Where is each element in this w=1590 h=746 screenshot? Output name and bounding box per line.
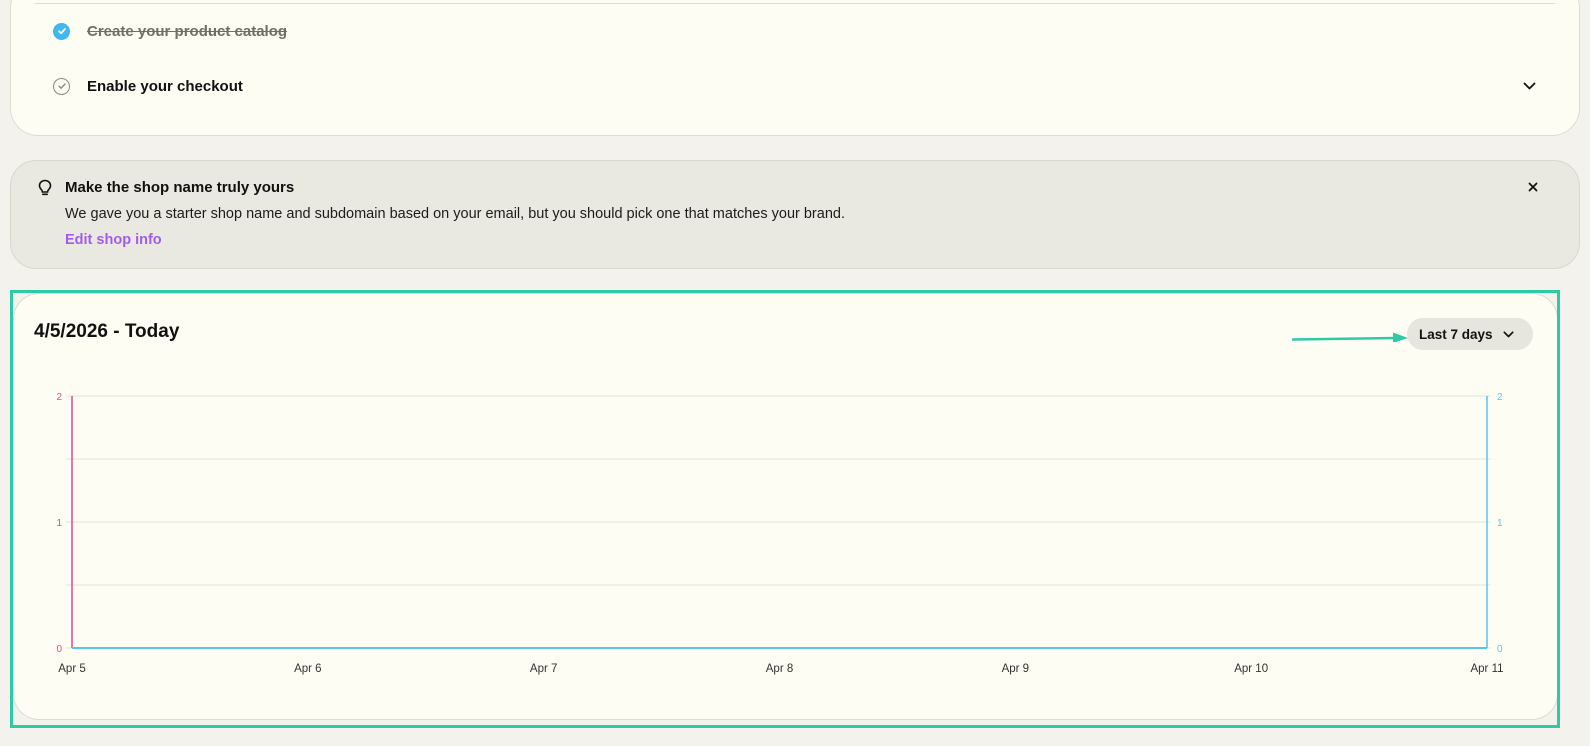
right-axis-tick-label: 0: [1497, 644, 1503, 655]
lightbulb-icon: [37, 179, 53, 197]
task-label: Create your product catalog: [87, 22, 288, 40]
shop-name-tip-banner: Make the shop name truly yours We gave y…: [10, 160, 1580, 269]
right-axis-tick-label: 2: [1497, 392, 1503, 403]
sales-chart-card: 4/5/2026 - Today Last 7 days 0 1 2 0 1 2 Apr 5…: [13, 293, 1558, 720]
divider: [35, 3, 1555, 4]
x-axis-tick-label: Apr 11: [1470, 663, 1503, 675]
task-enable-checkout[interactable]: Enable your checkout: [53, 74, 1539, 98]
x-axis-tick-label: Apr 8: [766, 663, 794, 675]
setup-checklist-card: Create your product catalog Enable your …: [10, 0, 1580, 136]
x-axis-tick-label: Apr 6: [294, 663, 322, 675]
left-axis-tick-label: 0: [56, 644, 62, 655]
x-axis-tick-label: Apr 7: [530, 663, 558, 675]
tip-description: We gave you a starter shop name and subd…: [65, 206, 845, 222]
edit-shop-info-link[interactable]: Edit shop info: [65, 232, 162, 248]
left-axis-tick-label: 2: [56, 392, 62, 403]
x-axis-tick-label: Apr 9: [1002, 663, 1030, 675]
task-label: Enable your checkout: [87, 77, 243, 95]
task-create-product-catalog[interactable]: Create your product catalog: [53, 19, 1539, 43]
check-outline-icon: [53, 77, 70, 95]
right-axis-tick-label: 1: [1497, 518, 1503, 529]
left-axis-tick-label: 1: [56, 518, 62, 529]
expand-chevron-down-icon[interactable]: [1519, 76, 1539, 96]
close-icon[interactable]: [1527, 181, 1539, 193]
sales-line-chart: 0 1 2 0 1 2 Apr 5 Apr 6 Apr 7 Apr 8 Apr 9 Apr 10 Apr…: [56, 392, 1503, 675]
check-complete-icon: [53, 22, 70, 40]
x-axis-tick-label: Apr 5: [58, 663, 86, 675]
tip-title: Make the shop name truly yours: [65, 179, 295, 196]
x-axis-tick-label: Apr 10: [1234, 663, 1268, 675]
